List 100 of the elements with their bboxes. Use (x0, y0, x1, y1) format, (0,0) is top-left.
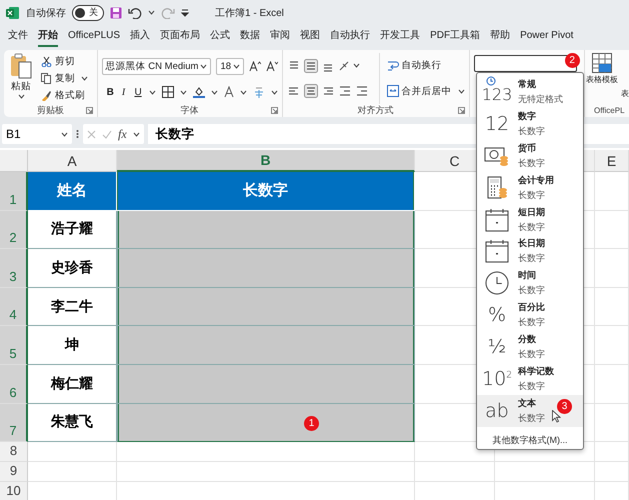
customize-icon[interactable] (181, 8, 189, 16)
ribbon-tab[interactable]: 页面布局 (160, 25, 200, 47)
bold-button[interactable]: B (106, 86, 115, 99)
format-painter-button[interactable]: 格式刷 (40, 88, 88, 103)
option-title: 货币 (518, 142, 537, 155)
group-label: OfficePL (594, 106, 625, 115)
row-header: 10 (0, 482, 28, 500)
row-header: 7 (0, 404, 28, 442)
number-format-option[interactable]: ½ 分数 长数字 (477, 331, 583, 364)
ribbon-tab[interactable]: PDF工具箱 (430, 25, 480, 47)
ribbon-tab[interactable]: 插入 (130, 25, 150, 47)
number-format-option[interactable]: 时间 长数字 (477, 267, 583, 300)
number-format-option[interactable]: 会计专用 长数字 (477, 172, 583, 204)
table-cell: 姓名 (28, 172, 117, 211)
number-format-option[interactable]: 长日期 长数字 (477, 236, 583, 268)
merge-center-button[interactable]: 合并后居中 (386, 84, 453, 99)
row-header: 3 (0, 249, 28, 288)
caret-icon (61, 132, 68, 136)
number-format-option[interactable]: 短日期 长数字 (477, 204, 583, 236)
table-template-button[interactable]: 表格模板 (586, 53, 618, 104)
more-options-icon[interactable] (76, 129, 79, 139)
step-badge: 2 (564, 53, 580, 68)
calendar-icon (485, 239, 509, 264)
autosave-toggle[interactable]: 关 (72, 4, 104, 20)
caret-icon (240, 90, 247, 95)
text-orientation-icon[interactable] (338, 60, 350, 72)
format-symbol: 123 (482, 85, 512, 104)
copy-button[interactable]: 复制 (40, 71, 76, 86)
option-description: 长数字 (518, 156, 545, 170)
table-cell (595, 326, 629, 365)
ribbon-tab[interactable]: 帮助 (490, 25, 510, 47)
option-title: 时间 (518, 269, 537, 282)
italic-button[interactable]: I (120, 86, 128, 99)
table-cell: 长数字 (117, 172, 415, 211)
column-header: B (117, 150, 415, 172)
row-header: 2 (0, 210, 28, 250)
more-number-formats-link[interactable]: 其他数字格式(M)... (490, 432, 570, 449)
dialog-launcher-icon[interactable] (458, 107, 465, 114)
banknote-coins-icon (484, 144, 510, 167)
underline-button[interactable]: U (133, 86, 143, 99)
name-box[interactable]: B1 (2, 124, 72, 144)
increase-font-size-icon[interactable] (248, 61, 261, 72)
caret-icon (458, 88, 465, 94)
paste-button[interactable]: 粘贴 (8, 53, 34, 104)
borders-icon[interactable] (162, 86, 174, 98)
ribbon-tab[interactable]: 视图 (300, 25, 320, 47)
caret-icon (132, 132, 140, 136)
number-format-option[interactable]: ab 文本 长数字 3 (477, 395, 583, 427)
font-size-dropdown[interactable]: 18 (216, 58, 244, 76)
ribbon-tab[interactable]: 自动执行 (330, 25, 370, 47)
step-badge: 3 (557, 399, 572, 414)
autosave-label: 自动保存 (26, 6, 66, 20)
caret-icon (81, 76, 88, 81)
table-cell (595, 364, 629, 404)
ribbon-tab[interactable]: 数据 (240, 25, 260, 47)
caret-icon (148, 90, 156, 95)
dialog-launcher-icon[interactable] (270, 107, 278, 114)
align-middle-icon[interactable] (304, 58, 318, 73)
option-title: 长日期 (518, 237, 545, 250)
insert-function-button[interactable]: fx (118, 126, 127, 142)
ribbon-tab[interactable]: 文件 (8, 25, 28, 47)
font-color-icon[interactable] (224, 86, 234, 98)
undo-icon[interactable] (128, 6, 142, 18)
option-title: 常规 (518, 78, 537, 91)
option-title: 科学记数 (518, 365, 554, 378)
caret-icon (210, 90, 218, 95)
group-label: 对齐方式 (358, 104, 394, 117)
number-format-field[interactable] (474, 55, 577, 72)
ribbon-tab[interactable]: Power Pivot (520, 26, 574, 46)
number-format-option[interactable]: % 百分比 长数字 (477, 299, 583, 332)
phonetic-guide-icon[interactable] (252, 86, 265, 98)
decrease-indent-icon[interactable] (338, 84, 352, 98)
cut-button[interactable]: 剪切 (40, 54, 88, 69)
format-symbol: ab (485, 400, 509, 422)
decrease-font-size-icon[interactable] (266, 61, 278, 72)
option-description: 长数字 (518, 284, 545, 298)
option-title: 分数 (518, 333, 537, 346)
dialog-launcher-icon[interactable] (86, 107, 93, 114)
ribbon-tab[interactable]: OfficePLUS (68, 26, 120, 46)
wrap-text-button[interactable]: 自动换行 (386, 58, 465, 74)
save-icon[interactable] (110, 6, 122, 18)
group-label: 字体 (180, 104, 199, 117)
option-description: 长数字 (518, 348, 545, 362)
ribbon-tab[interactable]: 审阅 (270, 25, 290, 47)
row-header: 1 (0, 172, 28, 211)
ribbon-tab[interactable]: 公式 (210, 25, 230, 47)
option-title: 百分比 (518, 301, 545, 314)
fill-color-icon[interactable] (192, 86, 205, 98)
ribbon-tab[interactable]: 开发工具 (380, 25, 420, 47)
align-center-icon[interactable] (304, 84, 318, 98)
option-description: 无特定格式 (518, 92, 563, 106)
caret-icon (180, 90, 187, 95)
table-cell (595, 249, 629, 288)
number-format-option[interactable]: 10$^{2}$ 科学记数 长数字 (477, 363, 583, 396)
row-header: 5 (0, 326, 28, 365)
increase-indent-icon[interactable] (354, 84, 369, 98)
group-label: 剪贴板 (36, 104, 64, 117)
font-name-dropdown[interactable]: 思源黑体 CN Medium (102, 58, 212, 76)
option-title: 数字 (518, 110, 537, 123)
row-header: 6 (0, 364, 28, 404)
